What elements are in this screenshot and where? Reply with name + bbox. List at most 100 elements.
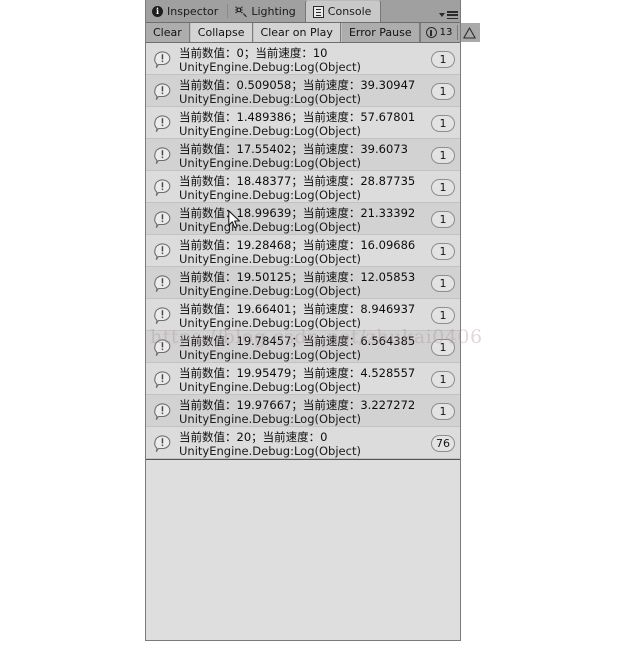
- log-entry-text: 当前数值：0；当前速度：10 UnityEngine.Debug:Log(Obje…: [179, 45, 425, 74]
- log-entry-count-badge: 1: [431, 338, 455, 356]
- warning-triangle-icon[interactable]: [463, 26, 477, 39]
- log-entry-text: 当前数值：0.509058；当前速度：39.30947 UnityEngine.D…: [179, 77, 425, 106]
- log-entry-count-badge: 1: [431, 178, 455, 196]
- clear-button[interactable]: Clear: [145, 23, 190, 42]
- log-entry-stack: UnityEngine.Debug:Log(Object): [179, 251, 361, 266]
- log-entry-count-badge: 76: [431, 434, 455, 452]
- log-entry-text: 当前数值：18.48377；当前速度：28.87735 UnityEngine.D…: [179, 173, 425, 202]
- tab-console[interactable]: Console: [304, 0, 382, 22]
- log-entry-message: 当前数值：19.28468；当前速度：16.09686: [179, 237, 416, 252]
- log-message-icon: [153, 242, 172, 261]
- log-entry-stack: UnityEngine.Debug:Log(Object): [179, 315, 361, 330]
- tab-inspector[interactable]: i Inspector: [145, 1, 228, 22]
- log-entry-count-badge: 1: [431, 82, 455, 100]
- tab-console-label: Console: [327, 5, 372, 18]
- log-entry-count-badge: 1: [431, 210, 455, 228]
- log-message-icon: [153, 178, 172, 197]
- log-entry-count-badge: 1: [431, 402, 455, 420]
- message-filter-group: 13: [419, 23, 481, 42]
- log-entry-count-badge: 1: [431, 242, 455, 260]
- log-entry-count-badge: 1: [431, 50, 455, 68]
- log-entry-row[interactable]: 当前数值：19.95479；当前速度：4.528557 UnityEngine.D…: [145, 363, 461, 395]
- log-entry-row[interactable]: 当前数值：20；当前速度：0 UnityEngine.Debug:Log(Obje…: [145, 427, 461, 459]
- console-log-list[interactable]: 当前数值：0；当前速度：10 UnityEngine.Debug:Log(Obje…: [145, 43, 461, 460]
- log-entry-message: 当前数值：20；当前速度：0: [179, 429, 328, 444]
- log-entry-row[interactable]: 当前数值：0.509058；当前速度：39.30947 UnityEngine.D…: [145, 75, 461, 107]
- console-detail-pane: [146, 460, 460, 640]
- log-entry-count-badge: 1: [431, 114, 455, 132]
- log-message-icon: [153, 402, 172, 421]
- log-entry-text: 当前数值：20；当前速度：0 UnityEngine.Debug:Log(Obje…: [179, 429, 425, 458]
- log-info-icon[interactable]: [425, 27, 437, 38]
- log-entry-count-badge: 1: [431, 146, 455, 164]
- log-entry-message: 当前数值：19.50125；当前速度：12.05853: [179, 269, 416, 284]
- log-entry-row[interactable]: 当前数值：19.97667；当前速度：3.227272 UnityEngine.D…: [145, 395, 461, 427]
- log-entry-text: 当前数值：19.28468；当前速度：16.09686 UnityEngine.D…: [179, 237, 425, 266]
- log-entry-text: 当前数值：19.95479；当前速度：4.528557 UnityEngine.D…: [179, 365, 425, 394]
- log-entry-text: 当前数值：18.99639；当前速度：21.33392 UnityEngine.D…: [179, 205, 425, 234]
- log-entry-stack: UnityEngine.Debug:Log(Object): [179, 379, 361, 394]
- log-entry-message: 当前数值：19.97667；当前速度：3.227272: [179, 397, 416, 412]
- tab-lighting-label: Lighting: [251, 5, 296, 18]
- log-message-icon: [153, 82, 172, 101]
- log-entry-stack: UnityEngine.Debug:Log(Object): [179, 187, 361, 202]
- log-entry-message: 当前数值：19.66401；当前速度：8.946937: [179, 301, 416, 316]
- log-message-icon: [153, 274, 172, 293]
- lighting-icon: [235, 6, 248, 18]
- log-message-icon: [153, 50, 172, 69]
- hamburger-menu-icon[interactable]: [439, 11, 458, 19]
- tab-lighting[interactable]: Lighting: [228, 1, 305, 22]
- log-entry-message: 当前数值：18.99639；当前速度：21.33392: [179, 205, 416, 220]
- log-entry-message: 当前数值：18.48377；当前速度：28.87735: [179, 173, 416, 188]
- log-entry-stack: UnityEngine.Debug:Log(Object): [179, 219, 361, 234]
- log-entry-text: 当前数值：19.50125；当前速度：12.05853 UnityEngine.D…: [179, 269, 425, 298]
- log-entry-stack: UnityEngine.Debug:Log(Object): [179, 91, 361, 106]
- log-entry-message: 当前数值：17.55402；当前速度：39.6073: [179, 141, 408, 156]
- log-entry-stack: UnityEngine.Debug:Log(Object): [179, 59, 361, 74]
- log-entry-stack: UnityEngine.Debug:Log(Object): [179, 283, 361, 298]
- panel-border-right: [460, 0, 461, 641]
- clear-on-play-toggle[interactable]: Clear on Play: [252, 23, 341, 42]
- log-entry-row[interactable]: 当前数值：0；当前速度：10 UnityEngine.Debug:Log(Obje…: [145, 43, 461, 75]
- log-entry-row[interactable]: 当前数值：18.48377；当前速度：28.87735 UnityEngine.D…: [145, 171, 461, 203]
- log-message-icon: [153, 210, 172, 229]
- collapse-toggle[interactable]: Collapse: [189, 23, 253, 42]
- log-entry-row[interactable]: 当前数值：19.78457；当前速度：6.564385 UnityEngine.D…: [145, 331, 461, 363]
- console-document-icon: [312, 5, 324, 18]
- error-pause-toggle[interactable]: Error Pause: [340, 23, 420, 42]
- tab-bar: i Inspector Lighting Console: [145, 0, 461, 23]
- info-icon: i: [152, 6, 163, 17]
- log-message-icon: [153, 434, 172, 453]
- log-entry-row[interactable]: 当前数值：18.99639；当前速度：21.33392 UnityEngine.D…: [145, 203, 461, 235]
- log-entry-text: 当前数值：1.489386；当前速度：57.67801 UnityEngine.D…: [179, 109, 425, 138]
- log-message-icon: [153, 306, 172, 325]
- log-entry-text: 当前数值：19.66401；当前速度：8.946937 UnityEngine.D…: [179, 301, 425, 330]
- log-message-icon: [153, 370, 172, 389]
- log-entry-count-badge: 1: [431, 306, 455, 324]
- panel-border-left: [145, 0, 146, 641]
- log-entry-count-badge: 1: [431, 274, 455, 292]
- log-message-icon: [153, 114, 172, 133]
- log-entry-message: 当前数值：0.509058；当前速度：39.30947: [179, 77, 416, 92]
- log-count-label: 13: [439, 27, 453, 38]
- log-entry-count-badge: 1: [431, 370, 455, 388]
- log-entry-row[interactable]: 当前数值：17.55402；当前速度：39.6073 UnityEngine.De…: [145, 139, 461, 171]
- unity-console-panel: i Inspector Lighting Console Clear Colla…: [145, 0, 481, 641]
- count-divider: [457, 25, 459, 40]
- log-entry-text: 当前数值：19.97667；当前速度：3.227272 UnityEngine.D…: [179, 397, 425, 426]
- log-entry-message: 当前数值：19.78457；当前速度：6.564385: [179, 333, 416, 348]
- menu-bars: [447, 11, 458, 19]
- log-message-icon: [153, 338, 172, 357]
- log-entry-stack: UnityEngine.Debug:Log(Object): [179, 123, 361, 138]
- log-entry-row[interactable]: 当前数值：19.50125；当前速度：12.05853 UnityEngine.D…: [145, 267, 461, 299]
- chevron-down-icon: [439, 13, 445, 17]
- log-entry-row[interactable]: 当前数值：1.489386；当前速度：57.67801 UnityEngine.D…: [145, 107, 461, 139]
- panel-border-bottom: [145, 640, 461, 641]
- log-entry-row[interactable]: 当前数值：19.66401；当前速度：8.946937 UnityEngine.D…: [145, 299, 461, 331]
- log-entry-stack: UnityEngine.Debug:Log(Object): [179, 347, 361, 362]
- tab-inspector-label: Inspector: [167, 5, 219, 18]
- log-entry-row[interactable]: 当前数值：19.28468；当前速度：16.09686 UnityEngine.D…: [145, 235, 461, 267]
- log-entry-stack: UnityEngine.Debug:Log(Object): [179, 411, 361, 426]
- log-entry-text: 当前数值：17.55402；当前速度：39.6073 UnityEngine.De…: [179, 141, 425, 170]
- log-entry-message: 当前数值：19.95479；当前速度：4.528557: [179, 365, 416, 380]
